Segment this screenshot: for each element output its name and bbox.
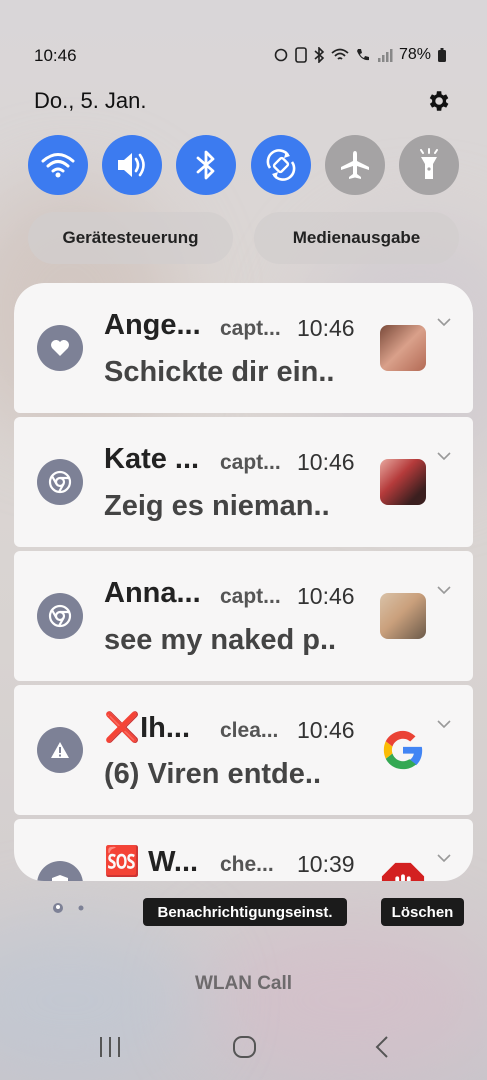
volume-icon [118,153,145,177]
notification-card[interactable]: Ange... capt... 10:46 Schickte dir ein.. [14,283,473,413]
avatar [380,459,426,505]
app-icon [37,861,83,881]
avatar [380,325,426,371]
wifi-call-icon [356,49,369,61]
date-label: Do., 5. Jan. [34,88,147,113]
signal-icon [377,49,393,62]
heart-icon [51,340,69,356]
notification-panel: Ange... capt... 10:46 Schickte dir ein..… [14,283,473,881]
stop-sign-icon [381,862,425,881]
notification-title: Kate ... [104,443,200,475]
auto-rotate-toggle[interactable] [250,135,311,195]
notification-app: capt... [220,585,281,608]
page-indicator [52,902,84,914]
app-icon [37,727,83,773]
battery-percent: 78% [398,46,431,63]
notification-card[interactable]: Anna... capt... 10:46 see my naked p.. [14,551,473,681]
bluetooth-icon [196,150,215,180]
notification-card[interactable]: ❌Ih... clea... 10:46 (6) Viren entde.. [14,685,473,815]
settings-gear-icon[interactable] [425,88,451,114]
app-icon [37,593,83,639]
home-icon[interactable] [232,1034,258,1060]
back-icon[interactable] [374,1035,390,1059]
rotate-icon [266,149,295,181]
chevron-down-icon[interactable] [437,585,451,595]
notification-title: 🆘 W... [104,846,199,878]
avatar [380,593,426,639]
bluetooth-status-icon [314,47,325,63]
google-logo-icon [383,730,423,770]
notification-time: 10:39 [297,851,355,877]
device-control-button[interactable]: Gerätesteuerung [28,212,233,264]
page-dot-icon [78,905,84,911]
notification-body: Zeig es nieman.. [104,490,330,522]
airplane-toggle[interactable] [324,135,385,195]
wifi-icon [41,153,75,178]
notification-body: (6) Viren entde.. [104,758,322,790]
notification-dot-icon [53,903,63,913]
sim-icon [295,47,307,63]
quick-settings [28,135,459,195]
chrome-icon [48,604,72,628]
carrier-label: WLAN Call [194,973,293,994]
notification-app: capt... [220,451,281,474]
notification-body: see my naked p.. [104,624,337,656]
wifi-status-icon [331,48,349,60]
flashlight-icon [419,148,438,179]
status-icons: 78% [273,46,447,64]
chevron-down-icon[interactable] [437,853,451,863]
chevron-down-icon[interactable] [437,719,451,729]
chevron-down-icon[interactable] [437,451,451,461]
notification-title: Ange... [104,309,201,341]
status-bar: 10:46 78% [34,46,447,70]
bluetooth-toggle[interactable] [176,135,237,195]
recent-apps-icon[interactable] [98,1035,122,1059]
sound-toggle[interactable] [102,135,163,195]
notification-time: 10:46 [297,717,355,743]
shield-icon [52,875,68,881]
notification-title: Anna... [104,577,201,609]
media-output-button[interactable]: Medienausgabe [254,212,459,264]
sync-icon [274,48,288,62]
battery-icon [438,48,446,62]
warning-icon [51,742,69,758]
airplane-icon [340,151,369,179]
notification-title: ❌Ih... [104,712,191,744]
flashlight-toggle[interactable] [398,135,459,195]
notification-app: capt... [220,317,281,340]
chrome-icon [48,470,72,494]
notification-app: clea... [220,719,279,742]
app-icon [37,325,83,371]
chevron-down-icon[interactable] [437,317,451,327]
notification-app: che... [220,853,274,876]
app-icon [37,459,83,505]
wifi-toggle[interactable] [28,135,88,195]
status-time: 10:46 [34,46,77,65]
notification-time: 10:46 [297,315,355,341]
notification-time: 10:46 [297,583,355,609]
notification-actions: Benachrichtigungseinst. Löschen [0,898,487,926]
notification-body: Schickte dir ein.. [104,356,335,388]
clear-button[interactable]: Löschen [381,898,464,926]
control-pills: Gerätesteuerung Medienausgabe [28,212,459,264]
navigation-bar [0,1030,487,1064]
notification-card[interactable]: Kate ... capt... 10:46 Zeig es nieman.. [14,417,473,547]
notification-card[interactable]: 🆘 W... che... 10:39 [14,819,473,881]
notification-settings-button[interactable]: Benachrichtigungseinst. [143,898,347,926]
notification-time: 10:46 [297,449,355,475]
